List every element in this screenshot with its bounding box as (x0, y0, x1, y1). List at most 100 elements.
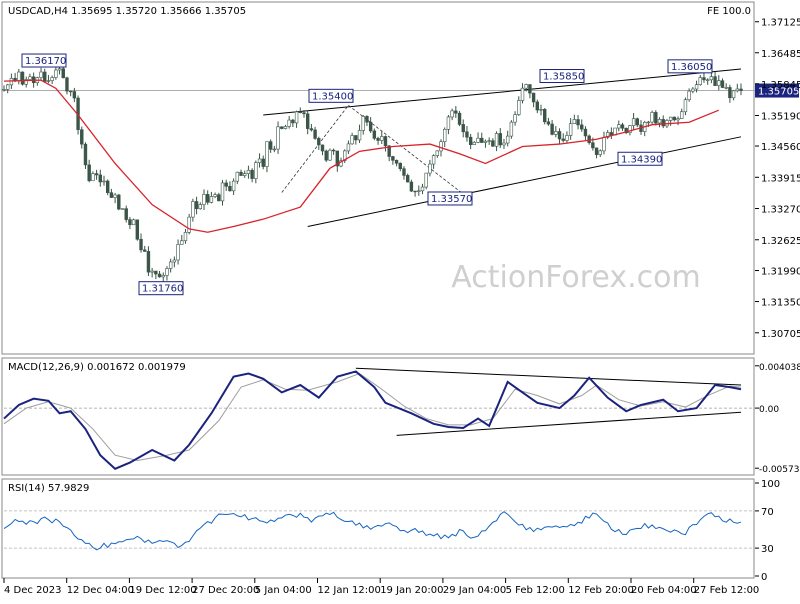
candle-body (272, 148, 277, 151)
candle-body (543, 109, 547, 123)
candle-body (509, 121, 514, 137)
time-tick-label: 12 Feb 20:00 (568, 585, 634, 596)
candle-body (357, 130, 362, 141)
fe-indicator-label: FE 100.0 (707, 6, 751, 17)
candle-body (50, 77, 54, 81)
candle-body (472, 141, 477, 146)
candle-body (87, 164, 91, 182)
candle-body (646, 121, 651, 124)
candle-body (568, 123, 573, 136)
candle-body (394, 159, 399, 164)
candle-body (724, 87, 728, 89)
candle-body (280, 126, 284, 129)
candle-body (683, 99, 688, 113)
candle-body (72, 91, 77, 99)
candle-body (39, 71, 43, 78)
candle-body (654, 112, 658, 124)
candle-body (139, 238, 143, 251)
candle-body (457, 112, 462, 125)
macd-title: MACD(12,26,9) 0.001672 0.001979 (8, 362, 186, 373)
price-tick-label: 1.31990 (761, 267, 800, 278)
candle-body (609, 132, 614, 136)
candle-body (2, 89, 6, 91)
candle-body (254, 162, 258, 179)
candle-body (435, 150, 440, 156)
candle-body (483, 140, 488, 143)
candle-body (687, 90, 691, 101)
time-tick-label: 19 Jan 20:00 (380, 585, 443, 596)
candle-body (165, 268, 169, 276)
candle-body (698, 77, 702, 85)
candle-body (313, 129, 317, 139)
candle-body (431, 155, 436, 165)
candle-body (261, 158, 265, 167)
candle-body (635, 118, 640, 126)
candle-body (239, 171, 243, 176)
candle-body (57, 68, 62, 71)
candle-body (550, 123, 554, 135)
candle-body (580, 124, 584, 130)
candle-body (202, 194, 206, 205)
candle-body (520, 87, 525, 101)
candle-body (305, 113, 310, 129)
candle-body (176, 244, 180, 261)
chart-header-symbol: USDCAD,H4 1.35695 1.35720 1.35666 1.3570… (8, 6, 246, 17)
candle-body (180, 240, 184, 245)
candle-body (561, 138, 565, 141)
candle-body (383, 136, 388, 147)
candle-body (135, 219, 140, 240)
price-label-1-36170: 1.36170 (25, 56, 66, 67)
candle-body (617, 124, 621, 129)
candle-body (331, 149, 336, 152)
candle-body (276, 126, 280, 150)
candle-body (594, 147, 599, 155)
candle-body (80, 129, 84, 145)
candle-body (528, 84, 532, 94)
candle-body (6, 84, 10, 90)
candle-body (465, 131, 469, 138)
candle-body (183, 231, 188, 242)
candle-body (413, 190, 417, 193)
candle-body (291, 119, 295, 124)
candle-body (702, 77, 706, 81)
candle-body (728, 87, 732, 99)
candle-body (105, 180, 110, 193)
candle-body (172, 259, 177, 263)
candle-body (361, 116, 365, 131)
candle-body (735, 88, 739, 92)
candle-body (298, 111, 302, 114)
candle-body (28, 76, 32, 80)
candle-body (661, 119, 665, 127)
candle-body (346, 143, 351, 152)
candle-body (268, 141, 273, 150)
time-tick-label: 5 Jan 04:00 (255, 585, 312, 596)
candle-body (168, 261, 173, 269)
candle-body (491, 140, 495, 147)
candle-body (257, 158, 262, 163)
candle-body (487, 140, 491, 142)
candle-body (705, 79, 710, 81)
price-label-1-31760: 1.31760 (142, 284, 183, 295)
candle-body (424, 172, 428, 188)
candle-body (131, 219, 136, 226)
candle-body (439, 141, 443, 152)
price-label-1-35400: 1.35400 (312, 91, 353, 102)
candle-body (691, 88, 695, 92)
candle-body (598, 150, 602, 155)
candle-body (468, 136, 473, 146)
candle-body (420, 186, 425, 192)
candle-body (583, 128, 588, 137)
candle-body (154, 270, 158, 275)
price-tick-label: 1.35845 (761, 80, 800, 91)
candle-body (591, 142, 595, 149)
price-label-1-33570: 1.33570 (431, 194, 472, 205)
candle-body (20, 71, 25, 85)
candle-body (243, 173, 247, 176)
candle-body (54, 69, 58, 78)
candle-body (250, 169, 254, 179)
candle-body (209, 196, 214, 203)
candle-body (320, 144, 325, 152)
candle-body (120, 208, 125, 210)
candle-body (405, 175, 410, 183)
candle-body (143, 249, 147, 252)
